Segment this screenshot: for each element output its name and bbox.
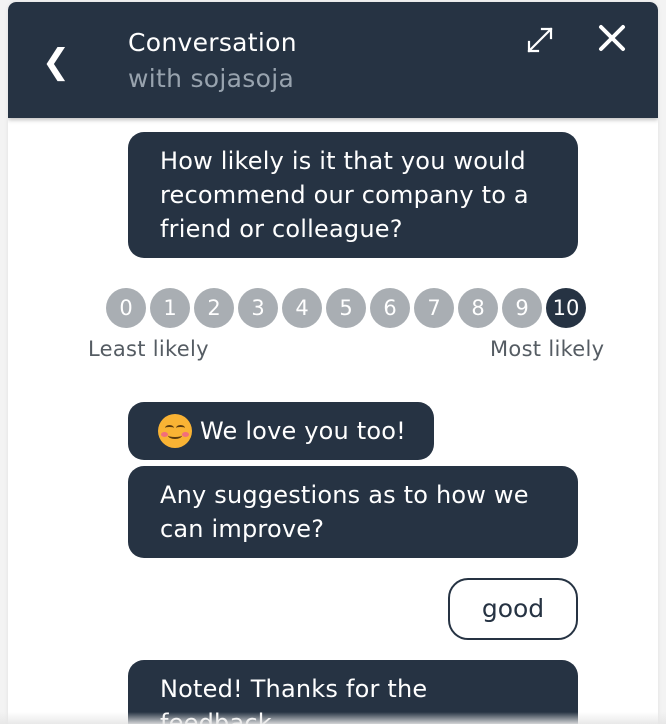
scale-high-label: Most likely: [490, 337, 605, 361]
chat-header: ❮ Conversation with sojasoja: [8, 2, 658, 118]
rating-option-2[interactable]: 2: [194, 288, 234, 328]
chat-widget: ❮ Conversation with sojasoja How likely …: [8, 2, 658, 724]
smiling-face-icon: [158, 414, 192, 448]
rating-option-6[interactable]: 6: [370, 288, 410, 328]
scale-low-label: Least likely: [88, 337, 209, 361]
back-button[interactable]: ❮: [38, 40, 74, 84]
conversation-title: Conversation: [128, 28, 297, 57]
agent-message: Any suggestions as to how we can improve…: [128, 466, 578, 558]
scroll-fade: [0, 712, 666, 724]
rating-option-5[interactable]: 5: [326, 288, 366, 328]
close-button[interactable]: [596, 22, 628, 54]
rating-option-10[interactable]: 10: [546, 288, 586, 328]
agent-message-text: We love you too!: [200, 417, 406, 445]
expand-icon: [527, 27, 553, 53]
agent-message: How likely is it that you would recommen…: [128, 132, 578, 258]
agent-message: We love you too!: [128, 402, 434, 460]
chevron-left-icon: ❮: [41, 42, 71, 82]
close-icon: [599, 25, 625, 51]
rating-option-8[interactable]: 8: [458, 288, 498, 328]
rating-option-0[interactable]: 0: [106, 288, 146, 328]
rating-scale: 0 1 2 3 4 5 6 7 8 9 10: [106, 288, 586, 328]
rating-option-7[interactable]: 7: [414, 288, 454, 328]
rating-option-3[interactable]: 3: [238, 288, 278, 328]
conversation-subtitle: with sojasoja: [128, 64, 295, 93]
rating-option-1[interactable]: 1: [150, 288, 190, 328]
user-message: good: [448, 578, 578, 640]
rating-option-9[interactable]: 9: [502, 288, 542, 328]
expand-button[interactable]: [524, 24, 556, 56]
rating-option-4[interactable]: 4: [282, 288, 322, 328]
